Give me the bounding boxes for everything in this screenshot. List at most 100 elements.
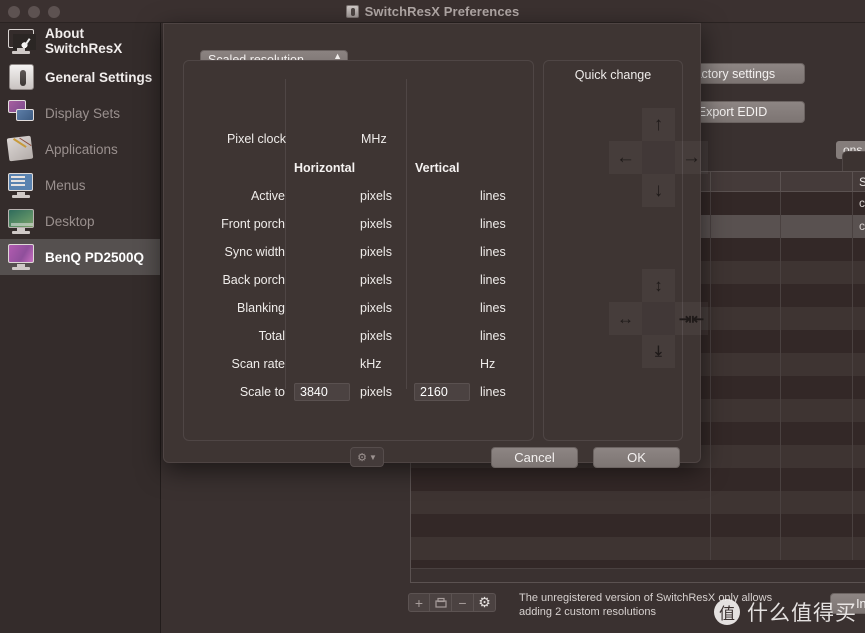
sidebar-item-general-settings[interactable]: General Settings xyxy=(0,59,160,95)
table-cell xyxy=(781,284,853,307)
table-cell xyxy=(411,537,711,560)
table-cell xyxy=(781,330,853,353)
table-cell xyxy=(853,353,865,376)
sidebar-item-label: About SwitchResX xyxy=(45,26,123,56)
traffic-lights[interactable] xyxy=(8,6,60,18)
table-cell xyxy=(711,192,781,215)
table-cell xyxy=(853,284,865,307)
timing-row-label: Scale to xyxy=(239,385,285,399)
horizontal-unit: pixels xyxy=(360,217,392,231)
move-pad-center xyxy=(642,141,675,174)
gear-icon: ⚙ xyxy=(357,451,367,464)
vertical-value-input[interactable]: 2160 xyxy=(414,383,470,401)
table-cell xyxy=(411,468,711,491)
screenshot-root: SwitchResX Preferences About SwitchResX … xyxy=(0,0,865,633)
table-cell xyxy=(781,468,853,491)
sidebar-item-label: Applications xyxy=(45,141,118,157)
table-row[interactable] xyxy=(411,468,865,491)
horizontal-unit: pixels xyxy=(360,301,392,315)
table-row[interactable] xyxy=(411,491,865,514)
table-col-c[interactable] xyxy=(781,172,853,192)
sidebar-item-display-sets[interactable]: Display Sets xyxy=(0,95,160,131)
zoom-button[interactable] xyxy=(48,6,60,18)
plus-icon[interactable]: + xyxy=(408,593,430,612)
sidebar-item-benq-pd2500q[interactable]: BenQ PD2500Q xyxy=(0,239,160,275)
horizontal-value-input[interactable]: 3840 xyxy=(294,383,350,401)
window-title: SwitchResX Preferences xyxy=(364,3,520,19)
table-cell xyxy=(711,422,781,445)
sidebar-item-applications[interactable]: Applications xyxy=(0,131,160,167)
table-cell xyxy=(853,399,865,422)
sidebar-item-menus[interactable]: Menus xyxy=(0,167,160,203)
vertical-unit: lines xyxy=(480,189,506,203)
table-cell xyxy=(853,422,865,445)
timing-row-label: Front porch xyxy=(221,217,285,231)
horizontal-unit: kHz xyxy=(360,357,382,371)
table-cell xyxy=(711,307,781,330)
vertical-unit: Hz xyxy=(480,357,496,371)
move-left-button[interactable]: ← xyxy=(609,141,642,174)
window-title-wrap: SwitchResX Preferences xyxy=(345,3,520,19)
timing-row-label: Blanking xyxy=(237,301,285,315)
duplicate-icon[interactable] xyxy=(430,593,452,612)
timing-divider-1 xyxy=(285,79,286,389)
table-cell: ctive xyxy=(853,215,865,238)
preferences-window: SwitchResX Preferences About SwitchResX … xyxy=(0,0,865,633)
table-cell xyxy=(853,238,865,261)
resolution-actions-segmented[interactable]: + − ⚙ xyxy=(408,593,496,612)
move-right-button[interactable]: → xyxy=(675,141,708,174)
toggle-switch-icon xyxy=(6,63,36,91)
sidebar-item-about[interactable]: About SwitchResX xyxy=(0,23,160,59)
table-row[interactable] xyxy=(411,514,865,537)
quick-change-title: Quick change xyxy=(574,68,652,82)
shrink-vertical-icon[interactable]: ⤓ xyxy=(642,335,675,368)
table-row[interactable] xyxy=(411,537,865,560)
horizontal-unit: pixels xyxy=(360,329,392,343)
table-cell xyxy=(781,215,853,238)
shrink-horizontal-icon[interactable]: ⇥⇤ xyxy=(675,302,708,335)
pixel-clock-unit: MHz xyxy=(361,132,387,146)
window-titlebar: SwitchResX Preferences xyxy=(0,0,865,23)
expand-vertical-icon[interactable]: ↕ xyxy=(642,269,675,302)
gear-icon[interactable]: ⚙ xyxy=(474,593,496,612)
move-down-button[interactable]: ↓ xyxy=(642,174,675,207)
expand-horizontal-icon[interactable]: ↔ xyxy=(609,302,642,335)
horizontal-unit: pixels xyxy=(360,189,392,203)
table-col-b[interactable] xyxy=(711,172,781,192)
table-cell xyxy=(781,422,853,445)
horizontal-unit: pixels xyxy=(360,385,392,399)
table-cell xyxy=(781,445,853,468)
pixel-clock-label: Pixel clock xyxy=(226,132,286,146)
sidebar-item-desktop[interactable]: Desktop xyxy=(0,203,160,239)
sidebar-item-label: Desktop xyxy=(45,213,95,229)
app-icon xyxy=(345,4,359,18)
table-col-status[interactable]: Status xyxy=(853,172,865,192)
cancel-button[interactable]: Cancel xyxy=(491,447,578,468)
table-cell xyxy=(411,514,711,537)
minimize-button[interactable] xyxy=(28,6,40,18)
minus-icon[interactable]: − xyxy=(452,593,474,612)
table-cell xyxy=(711,353,781,376)
table-cell xyxy=(711,215,781,238)
table-cell xyxy=(411,491,711,514)
table-horizontal-scrollbar[interactable] xyxy=(411,568,865,582)
table-cell xyxy=(781,353,853,376)
sidebar: About SwitchResX General Settings Displa… xyxy=(0,23,161,633)
desktop-wallpaper-icon xyxy=(6,207,36,235)
table-cell xyxy=(853,491,865,514)
vertical-unit: lines xyxy=(480,301,506,315)
table-cell xyxy=(781,537,853,560)
table-cell xyxy=(781,376,853,399)
ok-button[interactable]: OK xyxy=(593,447,680,468)
close-button[interactable] xyxy=(8,6,20,18)
sheet-gear-menu-button[interactable]: ⚙ ▼ xyxy=(350,447,384,467)
table-cell xyxy=(711,376,781,399)
table-cell xyxy=(711,491,781,514)
move-up-button[interactable]: ↑ xyxy=(642,108,675,141)
table-cell: ctive xyxy=(853,192,865,215)
watermark-logo: 值 xyxy=(714,599,740,625)
table-cell xyxy=(711,468,781,491)
table-cell xyxy=(853,376,865,399)
timing-row-label: Scan rate xyxy=(231,357,285,371)
horizontal-unit: pixels xyxy=(360,273,392,287)
